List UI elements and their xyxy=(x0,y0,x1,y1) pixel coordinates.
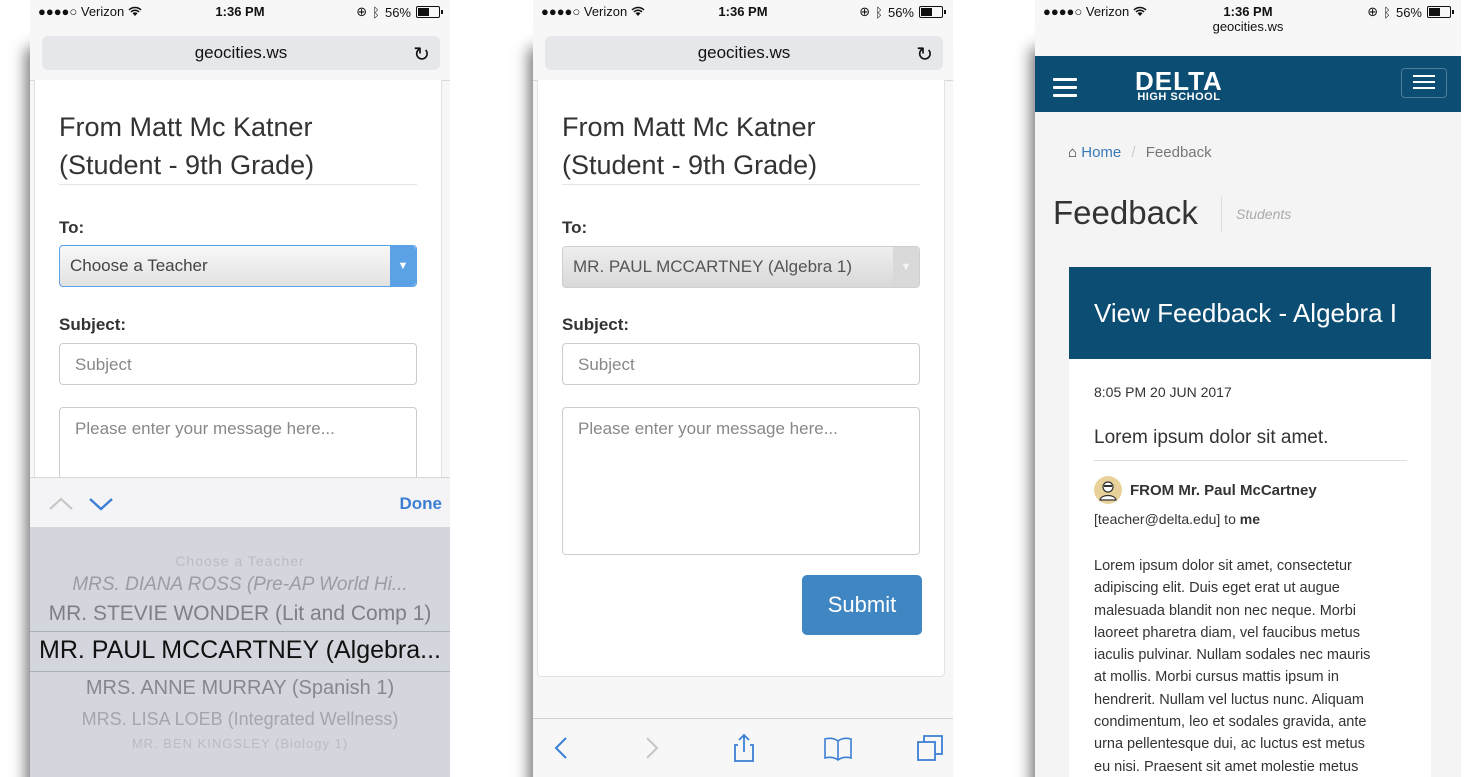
breadcrumb-current: Feedback xyxy=(1145,144,1212,161)
feedback-sender: FROM Mr. Paul McCartney xyxy=(1094,476,1317,504)
message-form: From Matt Mc Katner (Student - 9th Grade… xyxy=(34,80,442,555)
picker-option-selected[interactable]: MR. PAUL MCCARTNEY (Algebra... xyxy=(30,636,450,665)
to-label: To: xyxy=(59,218,85,237)
picker-selection-line xyxy=(30,631,450,632)
nav-toggle-button[interactable] xyxy=(1401,68,1447,98)
chevron-down-icon: ▼ xyxy=(893,247,919,287)
form-heading: From Matt Mc Katner (Student - 9th Grade… xyxy=(562,112,818,180)
subject-label: Subject: xyxy=(562,315,630,334)
bookmarks-icon[interactable] xyxy=(823,733,853,763)
home-icon: ⌂ xyxy=(1068,144,1078,161)
picker-option[interactable]: MRS. ANNE MURRAY (Spanish 1) xyxy=(30,677,450,700)
address-domain: geocities.ws xyxy=(697,43,791,62)
back-icon[interactable] xyxy=(547,733,577,763)
site-navbar: DELTA HIGH SCHOOL xyxy=(1035,56,1461,112)
picker-option[interactable]: MRS. LISA LOEB (Integrated Wellness) xyxy=(30,709,450,730)
feedback-panel: View Feedback - Algebra I 8:05 PM 20 JUN… xyxy=(1069,267,1431,777)
feedback-body: Lorem ipsum dolor sit amet, consectetur … xyxy=(1094,558,1371,775)
avatar xyxy=(1094,476,1122,504)
battery-icon xyxy=(1427,6,1454,18)
forward-icon[interactable] xyxy=(636,733,666,763)
address-domain: geocities.ws xyxy=(194,43,288,62)
sender-email: [teacher@delta.edu] to me xyxy=(1094,511,1260,527)
bluetooth-icon: ᛒ xyxy=(875,4,883,20)
compact-address[interactable]: geocities.ws xyxy=(1035,19,1461,34)
picker-option[interactable]: MR. STEVIE WONDER (Lit and Comp 1) xyxy=(30,602,450,626)
chevron-up-icon[interactable] xyxy=(48,491,74,517)
picker-selection-line xyxy=(30,671,450,672)
rotation-lock-icon: ⊕ xyxy=(1367,4,1379,19)
subject-input[interactable]: Subject xyxy=(59,343,417,385)
breadcrumb-separator: / xyxy=(1131,144,1136,161)
screen-form-filled: ●●●●○ Verizon 1:36 PM ⊕ ᛒ 56% geocities.… xyxy=(533,0,953,777)
picker-option[interactable]: MRS. DIANA ROSS (Pre-AP World Hi... xyxy=(30,574,450,596)
rotation-lock-icon: ⊕ xyxy=(859,4,871,19)
feedback-subject: Lorem ipsum dolor sit amet. xyxy=(1094,427,1329,448)
message-textarea[interactable]: Please enter your message here... xyxy=(562,407,920,555)
page-content: ⌂ Home / Feedback Feedback Students View… xyxy=(1035,112,1461,777)
screen-view-feedback: ●●●●○ Verizon 1:36 PM ⊕ ᛒ 56% geocities.… xyxy=(1035,0,1461,777)
to-label: To: xyxy=(562,218,588,237)
status-bar: ●●●●○ Verizon 1:36 PM ⊕ ᛒ 56% xyxy=(533,0,953,22)
bluetooth-icon: ᛒ xyxy=(372,4,380,20)
heading-divider xyxy=(562,184,920,185)
page-subtitle: Students xyxy=(1221,196,1291,232)
menu-icon[interactable] xyxy=(1053,78,1077,102)
feedback-date: 8:05 PM 20 JUN 2017 xyxy=(1094,384,1232,400)
picker-option[interactable]: Choose a Teacher xyxy=(30,553,450,569)
breadcrumb: ⌂ Home / Feedback xyxy=(1068,144,1212,161)
screen-form-picker: ●●●●○ Verizon 1:36 PM ⊕ ᛒ 56% geocities.… xyxy=(30,0,450,777)
battery-percent: 56% xyxy=(384,4,411,20)
heading-divider xyxy=(59,184,417,185)
address-bar[interactable]: geocities.ws ↻ xyxy=(545,36,943,70)
subject-divider xyxy=(1094,460,1407,461)
bluetooth-icon: ᛒ xyxy=(1383,4,1391,20)
keyboard-accessory-bar: Done xyxy=(30,477,450,528)
safari-toolbar xyxy=(533,718,953,777)
reload-icon[interactable]: ↻ xyxy=(916,42,933,67)
status-bar: ●●●●○ Verizon 1:36 PM ⊕ ᛒ 56% geocities.… xyxy=(1035,0,1461,56)
page-title: Feedback xyxy=(1053,194,1198,231)
teacher-select[interactable]: Choose a Teacher ▼ xyxy=(59,245,417,287)
battery-percent: 56% xyxy=(1395,4,1422,20)
battery-icon xyxy=(416,6,443,18)
teacher-picker-wheel[interactable]: Choose a Teacher MRS. DIANA ROSS (Pre-AP… xyxy=(30,527,450,777)
reload-icon[interactable]: ↻ xyxy=(413,42,430,67)
done-button[interactable]: Done xyxy=(400,494,443,514)
status-right: ⊕ ᛒ 56% xyxy=(859,4,946,20)
breadcrumb-home-link[interactable]: Home xyxy=(1081,144,1121,161)
status-bar: ●●●●○ Verizon 1:36 PM ⊕ ᛒ 56% xyxy=(30,0,450,22)
battery-icon xyxy=(919,6,946,18)
panel-title: View Feedback - Algebra I xyxy=(1069,267,1431,359)
chevron-down-icon[interactable] xyxy=(88,491,114,517)
status-right: ⊕ ᛒ 56% xyxy=(356,4,443,20)
tabs-icon[interactable] xyxy=(915,733,945,763)
picker-option[interactable]: MR. BEN KINGSLEY (Biology 1) xyxy=(30,736,450,751)
submit-button[interactable]: Submit xyxy=(802,575,922,635)
form-heading: From Matt Mc Katner (Student - 9th Grade… xyxy=(59,112,315,180)
teacher-select[interactable]: MR. PAUL MCCARTNEY (Algebra 1) ▼ xyxy=(562,246,920,288)
battery-percent: 56% xyxy=(887,4,914,20)
rotation-lock-icon: ⊕ xyxy=(356,4,368,19)
chevron-down-icon: ▼ xyxy=(390,246,416,286)
teacher-avatar-icon xyxy=(1099,481,1117,501)
share-icon[interactable] xyxy=(729,733,759,763)
school-logo[interactable]: DELTA HIGH SCHOOL xyxy=(1135,68,1223,103)
message-form: From Matt Mc Katner (Student - 9th Grade… xyxy=(537,80,945,677)
subject-input[interactable]: Subject xyxy=(562,343,920,385)
status-right: ⊕ ᛒ 56% xyxy=(1367,4,1454,20)
subject-label: Subject: xyxy=(59,315,127,334)
address-bar[interactable]: geocities.ws ↻ xyxy=(42,36,440,70)
